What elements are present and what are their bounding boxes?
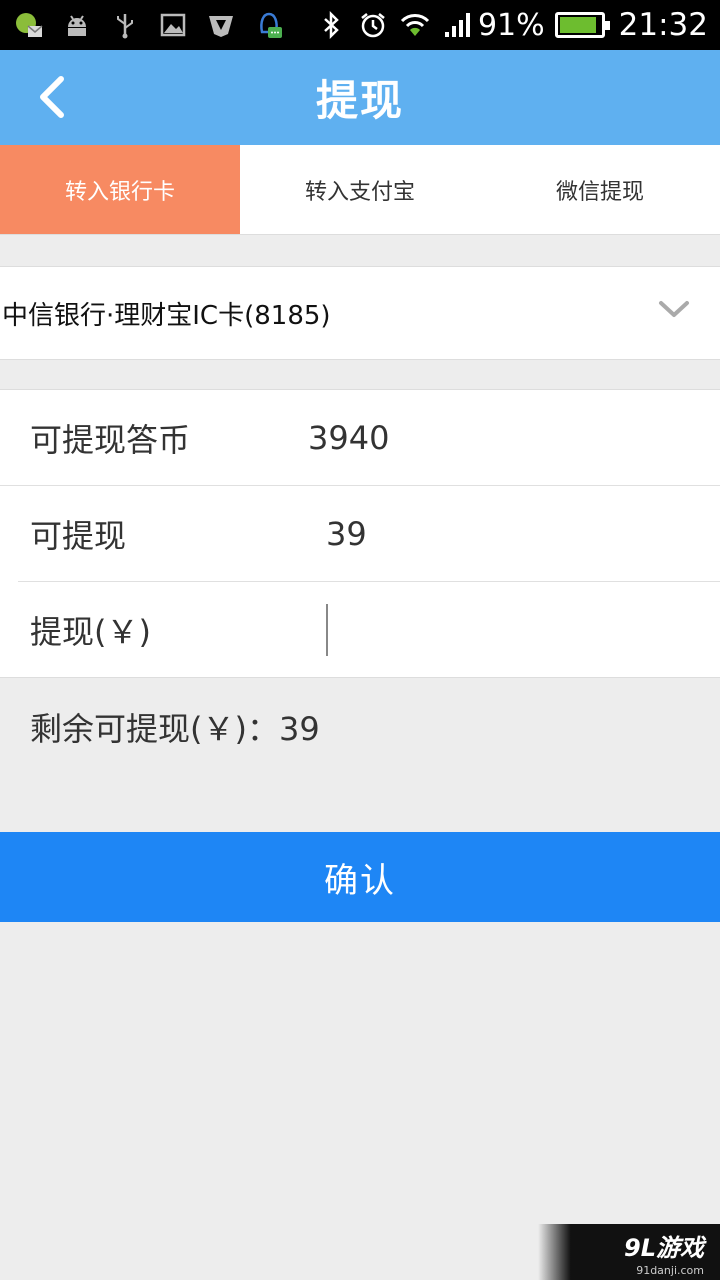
available-row: 可提现 39 (18, 486, 720, 582)
alarm-icon (358, 10, 388, 40)
shield-app-icon (204, 8, 238, 42)
available-label: 可提现 (30, 516, 127, 555)
amount-input[interactable] (326, 604, 716, 656)
bluetooth-icon (316, 10, 346, 40)
amount-row: 提现(￥) (18, 582, 720, 678)
tab-wechat[interactable]: 微信提现 (480, 145, 720, 234)
app-header: 提现 (0, 50, 720, 145)
watermark-url: 91danji.com (636, 1263, 704, 1277)
remaining-amount-text: 剩余可提现(￥)：39 (30, 710, 320, 748)
qq-icon (252, 8, 286, 42)
tab-alipay[interactable]: 转入支付宝 (240, 145, 480, 234)
available-value: 39 (326, 514, 367, 553)
amount-label: 提现(￥) (30, 613, 151, 651)
status-clock: 21:32 (618, 7, 708, 43)
status-icons-left (12, 8, 300, 42)
battery-percent: 91% (477, 7, 545, 43)
bank-card-select[interactable]: 中信银行·理财宝IC卡(8185) (0, 266, 720, 360)
usb-icon (108, 8, 142, 42)
android-icon (60, 8, 94, 42)
signal-icon (442, 10, 472, 40)
coins-row: 可提现答币 3940 (0, 390, 720, 486)
wifi-icon (400, 10, 430, 40)
bank-card-selected-value: 中信银行·理财宝IC卡(8185) (2, 300, 331, 331)
confirm-button[interactable]: 确认 (0, 832, 720, 922)
app-notification-icon (12, 8, 46, 42)
image-icon (156, 8, 190, 42)
withdraw-form: 可提现答币 3940 可提现 39 提现(￥) (0, 389, 720, 678)
battery-level-fill (559, 17, 597, 33)
page-title: 提现 (315, 76, 404, 125)
battery-icon (554, 12, 610, 38)
withdraw-method-tabs: 转入银行卡 转入支付宝 微信提现 (0, 145, 720, 235)
status-icons-right: 91% 21:32 (304, 7, 708, 43)
watermark-logo: 9L游戏 91danji.com (538, 1224, 720, 1280)
coins-label: 可提现答币 (30, 420, 191, 459)
back-button[interactable] (22, 64, 82, 130)
chevron-left-icon (40, 76, 64, 118)
status-bar: 91% 21:32 (0, 0, 720, 50)
chevron-down-icon (659, 301, 689, 317)
watermark-logo-text: 9L游戏 (624, 1233, 704, 1262)
tab-bank-card[interactable]: 转入银行卡 (0, 145, 240, 234)
coins-value: 3940 (308, 418, 390, 457)
